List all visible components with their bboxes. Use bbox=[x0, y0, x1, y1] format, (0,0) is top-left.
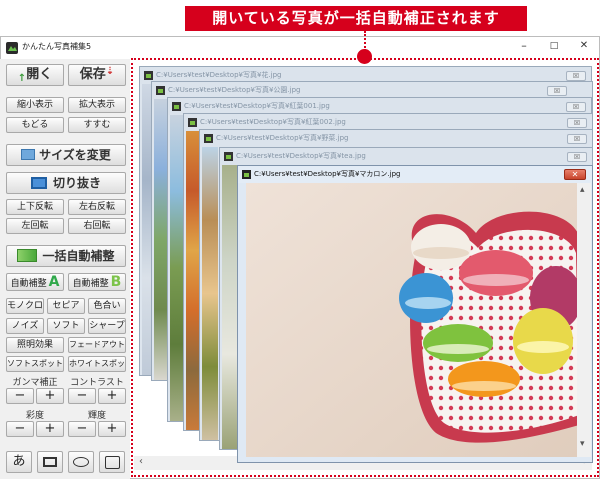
scroll-down-arrow[interactable]: ▾ bbox=[580, 439, 585, 449]
resize-button[interactable]: サイズを変更 bbox=[6, 144, 126, 166]
batch-auto-correct-button[interactable]: 一括自動補整 bbox=[6, 245, 126, 267]
crop-button[interactable]: 切り抜き bbox=[6, 172, 126, 194]
minimize-button[interactable]: – bbox=[510, 39, 538, 52]
photo-file-icon bbox=[188, 118, 197, 127]
app-title: かんたん写真補集5 bbox=[22, 42, 92, 51]
saturation-plus-button[interactable]: + bbox=[36, 421, 64, 437]
title-bar: かんたん写真補集5 – □ ✕ bbox=[1, 37, 599, 59]
open-button[interactable]: ↑開く bbox=[6, 64, 64, 86]
contrast-plus-button[interactable]: + bbox=[98, 388, 126, 404]
saturation-label: 彩度 bbox=[25, 411, 44, 421]
brightness-label: 輝度 bbox=[87, 411, 106, 421]
lighting-effect-button[interactable]: 照明効果 bbox=[6, 337, 64, 353]
down-arrow-icon: ⇣ bbox=[105, 66, 115, 77]
enlarge-view-button[interactable]: 拡大表示 bbox=[68, 97, 126, 113]
gamma-plus-button[interactable]: + bbox=[36, 388, 64, 404]
photo-file-icon bbox=[172, 102, 181, 111]
shrink-view-button[interactable]: 縮小表示 bbox=[6, 97, 64, 113]
text-tool-button[interactable]: あ bbox=[6, 451, 32, 473]
photo-file-icon bbox=[204, 134, 213, 143]
contrast-label: コントラスト bbox=[70, 378, 124, 388]
speech-bubble-tool-button[interactable] bbox=[68, 451, 94, 473]
letter-b-icon: B bbox=[110, 274, 122, 290]
redo-button[interactable]: すすむ bbox=[68, 117, 126, 133]
gamma-minus-button[interactable]: − bbox=[6, 388, 34, 404]
photo-file-icon bbox=[224, 152, 233, 161]
monochrome-button[interactable]: モノクロ bbox=[6, 298, 44, 314]
window-close-button[interactable]: ☒ bbox=[567, 152, 587, 162]
photo-strip bbox=[202, 147, 218, 440]
crop-icon bbox=[30, 176, 47, 189]
save-button[interactable]: 保存⇣ bbox=[68, 64, 126, 86]
window-close-button[interactable]: ☒ bbox=[547, 86, 567, 96]
close-button[interactable]: ✕ bbox=[570, 40, 598, 51]
batch-correct-icon bbox=[17, 249, 38, 262]
window-close-button[interactable]: ☒ bbox=[567, 134, 587, 144]
window-title-bar[interactable]: C:¥Users¥test¥Desktop¥写真¥マカロン.jpg bbox=[238, 166, 592, 183]
window-title-bar[interactable]: C:¥Users¥test¥Desktop¥写真¥tea.jpg bbox=[220, 148, 592, 165]
window-close-button[interactable]: ✕ bbox=[564, 169, 586, 180]
macaron-image bbox=[246, 183, 577, 457]
saturation-minus-button[interactable]: − bbox=[6, 421, 34, 437]
app-icon bbox=[6, 42, 18, 54]
window-title-bar[interactable]: C:¥Users¥test¥Desktop¥写真¥野菜.jpg bbox=[200, 130, 592, 147]
scroll-left-arrow[interactable]: ‹ bbox=[139, 456, 143, 467]
auto-correct-a-button[interactable]: 自動補整 A bbox=[6, 273, 64, 291]
window-close-button[interactable]: ☒ bbox=[566, 102, 586, 112]
white-spot-button[interactable]: ホワイトスポット bbox=[68, 356, 126, 372]
rotate-left-button[interactable]: 左回転 bbox=[6, 218, 64, 234]
photo-file-icon bbox=[144, 71, 153, 80]
noise-button[interactable]: ノイズ bbox=[6, 318, 44, 334]
fade-out-button[interactable]: フェードアウト bbox=[68, 337, 126, 353]
calendar-tool-button[interactable] bbox=[99, 451, 125, 473]
soft-spot-button[interactable]: ソフトスポット bbox=[6, 356, 64, 372]
letter-a-icon: A bbox=[48, 274, 60, 290]
scroll-up-arrow[interactable]: ▴ bbox=[580, 185, 585, 195]
callout-banner: 開いている写真が一括自動補正されます bbox=[185, 6, 527, 31]
callout-leader-line bbox=[364, 31, 366, 51]
flip-vertical-button[interactable]: 上下反転 bbox=[6, 199, 64, 215]
macaron-photo bbox=[246, 183, 577, 457]
contrast-minus-button[interactable]: − bbox=[68, 388, 96, 404]
window-close-button[interactable]: ☒ bbox=[567, 118, 587, 128]
maximize-button[interactable]: □ bbox=[540, 41, 568, 51]
callout-dot bbox=[357, 49, 372, 64]
photo-strip bbox=[222, 165, 238, 449]
gamma-label: ガンマ補正 bbox=[12, 378, 58, 388]
flip-horizontal-button[interactable]: 左右反転 bbox=[68, 199, 126, 215]
sharp-button[interactable]: シャープ bbox=[88, 318, 126, 334]
undo-button[interactable]: もどる bbox=[6, 117, 64, 133]
frame-tool-button[interactable] bbox=[37, 451, 63, 473]
up-arrow-icon: ↑ bbox=[17, 73, 27, 84]
resize-icon bbox=[21, 149, 36, 160]
auto-correct-b-button[interactable]: 自動補整 B bbox=[68, 273, 126, 291]
sepia-button[interactable]: セピア bbox=[47, 298, 85, 314]
frame-icon bbox=[43, 457, 57, 467]
brightness-minus-button[interactable]: − bbox=[68, 421, 96, 437]
window-close-button[interactable]: ☒ bbox=[566, 71, 586, 81]
rotate-right-button[interactable]: 右回転 bbox=[68, 218, 126, 234]
photo-vertical-scrollbar[interactable]: ▴ ▾ bbox=[577, 183, 591, 457]
photo-file-icon bbox=[242, 170, 251, 179]
speech-bubble-icon bbox=[73, 457, 89, 467]
photo-window-macaron[interactable]: C:¥Users¥test¥Desktop¥写真¥マカロン.jpg ✕ ▴ ▾ bbox=[237, 165, 593, 463]
soft-button[interactable]: ソフト bbox=[47, 318, 85, 334]
calendar-icon bbox=[105, 456, 120, 469]
tone-button[interactable]: 色合い bbox=[88, 298, 126, 314]
photo-file-icon bbox=[156, 86, 165, 95]
brightness-plus-button[interactable]: + bbox=[98, 421, 126, 437]
